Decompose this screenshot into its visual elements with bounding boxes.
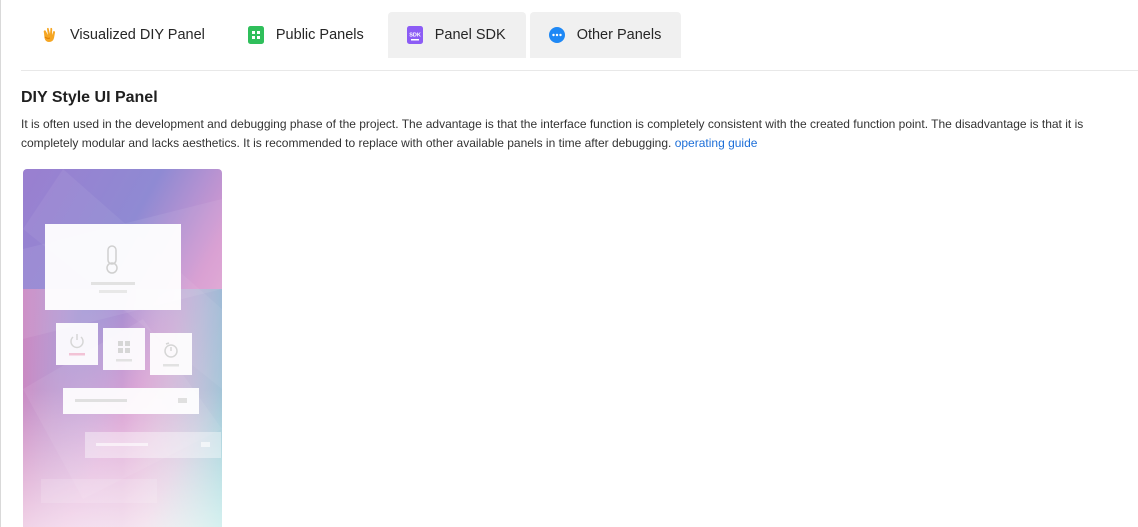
operating-guide-link[interactable]: operating guide <box>675 136 758 150</box>
tab-label: Panel SDK <box>434 27 506 43</box>
description-text: It is often used in the development and … <box>21 117 1084 150</box>
diy-panel-preview-image[interactable] <box>23 169 222 527</box>
section-title: DIY Style UI Panel <box>21 89 158 106</box>
tab-label: Visualized DIY Panel <box>70 27 205 43</box>
hand-wave-icon <box>41 26 59 44</box>
tab-other-panels[interactable]: Other Panels <box>529 12 682 58</box>
tab-visualized-diy-panel[interactable]: Visualized DIY Panel <box>23 12 225 58</box>
more-dots-icon <box>548 26 566 44</box>
tabs-divider <box>21 70 1138 71</box>
section-description: It is often used in the development and … <box>21 115 1137 153</box>
tab-panel-sdk[interactable]: SDK Panel SDK <box>387 12 526 58</box>
grid-icon <box>247 26 265 44</box>
tab-label: Other Panels <box>576 27 662 43</box>
tab-label: Public Panels <box>275 27 364 43</box>
tab-public-panels[interactable]: Public Panels <box>229 12 384 58</box>
page-frame: Visualized DIY Panel Public Panels SDK P… <box>0 0 1138 527</box>
sdk-icon-text: SDK <box>409 33 421 39</box>
panel-tabs: Visualized DIY Panel Public Panels SDK P… <box>23 12 685 58</box>
sdk-icon: SDK <box>406 26 424 44</box>
